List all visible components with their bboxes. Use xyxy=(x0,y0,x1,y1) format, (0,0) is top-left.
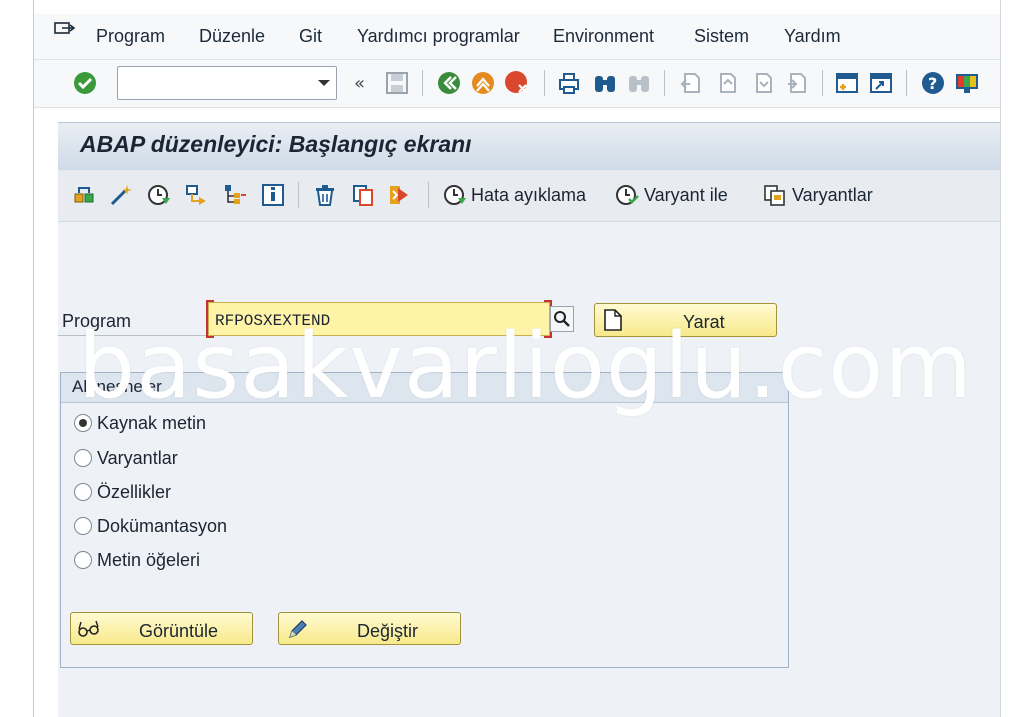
glasses-icon xyxy=(78,620,99,637)
radio-variants[interactable] xyxy=(74,449,92,467)
radio-label-documentation[interactable]: Dokümantasyon xyxy=(97,516,227,537)
menu-item-help[interactable]: Yardım xyxy=(784,26,841,47)
radio-text-elements[interactable] xyxy=(74,551,92,569)
svg-text:?: ? xyxy=(928,74,937,93)
toolbar-separator xyxy=(544,70,545,96)
change-button-label: Değiştir xyxy=(357,621,419,641)
wizard-icon[interactable] xyxy=(108,182,134,208)
where-used-icon[interactable] xyxy=(184,182,210,208)
enter-check-icon[interactable] xyxy=(72,70,98,96)
find-next-icon[interactable] xyxy=(626,70,652,96)
menu-item-program[interactable]: Program xyxy=(96,26,165,47)
delete-icon[interactable] xyxy=(312,182,338,208)
svg-text:«: « xyxy=(354,73,365,94)
toolbar-separator xyxy=(664,70,665,96)
toolbar-separator xyxy=(906,70,907,96)
cancel-icon[interactable] xyxy=(504,70,530,96)
variant-with-button-label[interactable]: Varyant ile xyxy=(644,185,728,206)
collapse-icon[interactable]: « xyxy=(350,70,376,96)
menu-item-environment[interactable]: Environment xyxy=(553,26,654,47)
pencil-icon xyxy=(289,620,307,638)
help-icon[interactable]: ? xyxy=(920,70,946,96)
next-page-icon[interactable] xyxy=(750,70,776,96)
other-object-icon[interactable] xyxy=(72,182,98,208)
first-page-icon[interactable] xyxy=(678,70,704,96)
watermark: basakvarlioglu.com xyxy=(78,314,973,419)
toolbar-separator xyxy=(422,70,423,96)
chevron-down-icon[interactable] xyxy=(311,66,337,100)
previous-page-icon[interactable] xyxy=(714,70,740,96)
info-icon[interactable] xyxy=(260,182,286,208)
exit-icon[interactable] xyxy=(470,70,496,96)
radio-label-text-elements[interactable]: Metin öğeleri xyxy=(97,550,200,571)
radio-label-attributes[interactable]: Özellikler xyxy=(97,482,171,503)
save-icon[interactable] xyxy=(384,70,410,96)
command-field[interactable] xyxy=(117,66,337,100)
sap-gui-window: Program Düzenle Git Yardımcı programlar … xyxy=(0,0,1024,717)
radio-documentation[interactable] xyxy=(74,517,92,535)
menu-item-utilities[interactable]: Yardımcı programlar xyxy=(357,26,520,47)
customize-layout-icon[interactable] xyxy=(954,70,980,96)
display-button-label: Görüntüle xyxy=(139,621,219,641)
debug-button-label[interactable]: Hata ayıklama xyxy=(471,185,586,206)
hierarchy-icon[interactable] xyxy=(222,182,248,208)
toolbar-separator xyxy=(822,70,823,96)
rename-icon[interactable] xyxy=(386,182,412,208)
variants-button-label[interactable]: Varyantlar xyxy=(792,185,873,206)
menu-icon[interactable] xyxy=(54,22,76,38)
radio-label-variants[interactable]: Varyantlar xyxy=(97,448,178,469)
menu-item-goto[interactable]: Git xyxy=(299,26,322,47)
find-icon[interactable] xyxy=(592,70,618,96)
menu-item-edit[interactable]: Düzenle xyxy=(199,26,265,47)
execute-with-variant-icon[interactable] xyxy=(614,182,640,208)
back-icon[interactable] xyxy=(436,70,462,96)
debug-icon[interactable] xyxy=(442,182,468,208)
copy-icon[interactable] xyxy=(350,182,376,208)
variants-icon[interactable] xyxy=(762,182,788,208)
window-border-right xyxy=(1000,0,1001,717)
display-button[interactable]: Görüntüle xyxy=(70,612,253,645)
last-page-icon[interactable] xyxy=(784,70,810,96)
radio-attributes[interactable] xyxy=(74,483,92,501)
toolbar-separator xyxy=(298,182,299,208)
new-session-icon[interactable] xyxy=(834,70,860,96)
change-button[interactable]: Değiştir xyxy=(278,612,461,645)
shortcut-icon[interactable] xyxy=(868,70,894,96)
menu-item-system[interactable]: Sistem xyxy=(694,26,749,47)
execute-icon[interactable] xyxy=(146,182,172,208)
toolbar-separator xyxy=(428,182,429,208)
print-icon[interactable] xyxy=(556,70,582,96)
page-title: ABAP düzenleyici: Başlangıç ekranı xyxy=(80,131,472,157)
